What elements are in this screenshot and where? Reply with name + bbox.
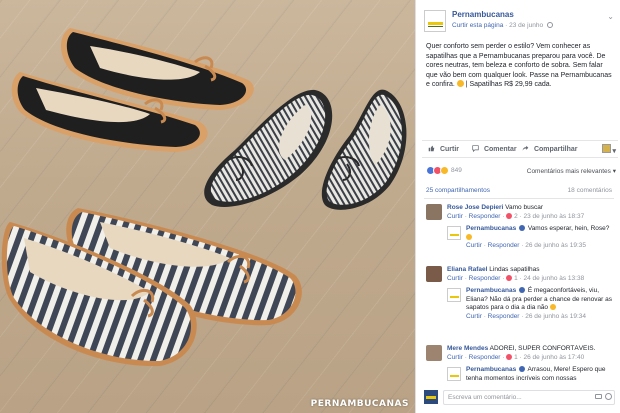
- current-user-avatar: [424, 390, 438, 404]
- reply-avatar[interactable]: [447, 367, 461, 381]
- post-as-selector[interactable]: ▾: [601, 144, 616, 155]
- heart-emoji-icon: [549, 304, 556, 311]
- comment-like-link[interactable]: Curtir: [447, 213, 463, 220]
- reply-reply-link[interactable]: Responder: [488, 242, 520, 249]
- comment-like-count[interactable]: 1: [514, 275, 518, 282]
- comment-body: Mere Mendes ADOREI, SUPER CONFORTÁVEIS. …: [447, 345, 615, 362]
- commenter-name[interactable]: Eliana Rafael: [447, 266, 487, 273]
- chevron-down-icon[interactable]: ⌄: [607, 12, 614, 21]
- reaction-count[interactable]: 849: [451, 167, 462, 174]
- thumbs-up-icon: [428, 145, 435, 152]
- verified-badge-icon: [519, 287, 526, 293]
- comment-composer: [424, 389, 616, 407]
- reaction-icon: [506, 274, 513, 281]
- shares-count[interactable]: 25 compartilhamentos: [426, 187, 490, 194]
- commenter-name[interactable]: Mere Mendes: [447, 345, 488, 352]
- comment-like-link[interactable]: Curtir: [447, 275, 463, 282]
- comment-body: Rose Jose Depieri Vamo buscar Curtir · R…: [447, 204, 615, 221]
- reply-text: Vamos esperar, hein, Rose?: [527, 225, 610, 232]
- heart-eyes-emoji-icon: [456, 80, 464, 88]
- page-avatar-icon: [601, 144, 611, 153]
- reply-author[interactable]: Pernambucanas: [466, 287, 516, 294]
- post-text: Quer conforto sem perder o estilo? Vem c…: [426, 42, 612, 90]
- commenter-avatar[interactable]: [426, 345, 442, 361]
- comment-like-link[interactable]: Curtir: [447, 354, 463, 361]
- like-page-link[interactable]: Curtir esta página: [452, 22, 503, 29]
- reply-like-link[interactable]: Curtir: [466, 313, 482, 320]
- reply-meta: Curtir · Responder · 26 de junho às 19:3…: [466, 242, 586, 250]
- comment-reply-link[interactable]: Responder: [469, 275, 501, 282]
- globe-icon: [546, 22, 553, 28]
- emoji-picker-icon[interactable]: [605, 393, 612, 400]
- page-logo[interactable]: [424, 10, 446, 32]
- comment-reply-link[interactable]: Responder: [469, 213, 501, 220]
- comment-date[interactable]: 23 de junho às 18:37: [523, 213, 584, 220]
- reply-body: Pernambucanas Vamos esperar, hein, Rose?…: [466, 225, 616, 251]
- share-icon: [522, 145, 529, 151]
- share-label: Compartilhar: [533, 146, 578, 153]
- like-label: Curtir: [439, 146, 460, 153]
- comment-item: Eliana Rafael Lindas sapatilhas Curtir ·…: [426, 266, 616, 340]
- divider: [424, 198, 614, 199]
- reply-author[interactable]: Pernambucanas: [466, 366, 516, 373]
- like-button[interactable]: Curtir: [428, 145, 459, 153]
- reaction-icon: [506, 212, 513, 219]
- post-photo[interactable]: PERNAMBUCANAS: [0, 0, 415, 413]
- comment-like-count[interactable]: 1: [514, 354, 518, 361]
- reactions-row[interactable]: 849 Comentários mais relevantes ▾: [426, 166, 616, 178]
- post-panel: Pernambucanas Curtir esta página · 23 de…: [415, 0, 620, 413]
- commenter-avatar[interactable]: [426, 204, 442, 220]
- wow-reaction-icon: [440, 166, 449, 175]
- post-subline: Curtir esta página · 23 de junho: [452, 22, 553, 29]
- comment-sort-dropdown[interactable]: Comentários mais relevantes ▾: [527, 167, 616, 175]
- reply-like-link[interactable]: Curtir: [466, 242, 482, 249]
- comment-reply-link[interactable]: Responder: [469, 354, 501, 361]
- comment-button[interactable]: Comentar: [472, 145, 517, 153]
- post-date[interactable]: 23 de junho: [509, 22, 543, 29]
- verified-badge-icon: [519, 366, 526, 372]
- comment-icon: [472, 145, 479, 152]
- reply-date[interactable]: 26 de junho às 19:34: [525, 313, 586, 320]
- comment-item: Mere Mendes ADOREI, SUPER CONFORTÁVEIS. …: [426, 345, 616, 385]
- comment-date[interactable]: 24 de junho às 13:38: [523, 275, 584, 282]
- comment-meta: Curtir · Responder · 1 · 26 de junho às …: [447, 353, 585, 361]
- share-button[interactable]: Compartilhar: [522, 145, 578, 153]
- comment-text: Vamo buscar: [505, 204, 543, 211]
- reply-reply-link[interactable]: Responder: [488, 313, 520, 320]
- comment-item: Rose Jose Depieri Vamo buscar Curtir · R…: [426, 204, 616, 262]
- reply-author[interactable]: Pernambucanas: [466, 225, 516, 232]
- shoes-illustration: [1, 28, 407, 367]
- comment-text: Lindas sapatilhas: [489, 266, 540, 273]
- verified-badge-icon: [519, 225, 526, 231]
- thin-stripe-shoe-2: [321, 89, 407, 210]
- reply-date[interactable]: 26 de junho às 19:35: [525, 242, 586, 249]
- comments-count[interactable]: 18 comentários: [568, 187, 612, 194]
- comment-text: ADOREI, SUPER CONFORTÁVEIS.: [489, 345, 596, 352]
- comment-body: Eliana Rafael Lindas sapatilhas Curtir ·…: [447, 266, 615, 283]
- reaction-icon: [506, 353, 513, 360]
- commenter-name[interactable]: Rose Jose Depieri: [447, 204, 503, 211]
- comment-like-count[interactable]: 2: [514, 213, 518, 220]
- comment-label: Comentar: [483, 146, 517, 153]
- reply-body: Pernambucanas É megaconfortáveis, viu, E…: [466, 287, 616, 321]
- post-header: Pernambucanas Curtir esta página · 23 de…: [424, 8, 614, 32]
- action-bar: Curtir Comentar Compartilhar ▾: [422, 140, 618, 158]
- reply-avatar[interactable]: [447, 288, 461, 302]
- commenter-avatar[interactable]: [426, 266, 442, 282]
- comment-meta: Curtir · Responder · 2 · 23 de junho às …: [447, 212, 585, 220]
- comment-date[interactable]: 26 de junho às 17:40: [523, 354, 584, 361]
- reply-meta: Curtir · Responder · 26 de junho às 19:3…: [466, 312, 586, 320]
- smile-emoji-icon: [466, 233, 472, 240]
- page-name-link[interactable]: Pernambucanas: [452, 10, 514, 19]
- reply-body: Pernambucanas Arrasou, Mere! Espero que …: [466, 366, 616, 383]
- post-body-tail: | Sapatilhas R$ 29,99 cada.: [465, 81, 552, 89]
- reply-avatar[interactable]: [447, 226, 461, 240]
- comment-input[interactable]: [443, 390, 615, 405]
- camera-icon[interactable]: [595, 394, 602, 399]
- photo-watermark: PERNAMBUCANAS: [310, 399, 409, 409]
- comment-meta: Curtir · Responder · 1 · 24 de junho às …: [447, 274, 585, 282]
